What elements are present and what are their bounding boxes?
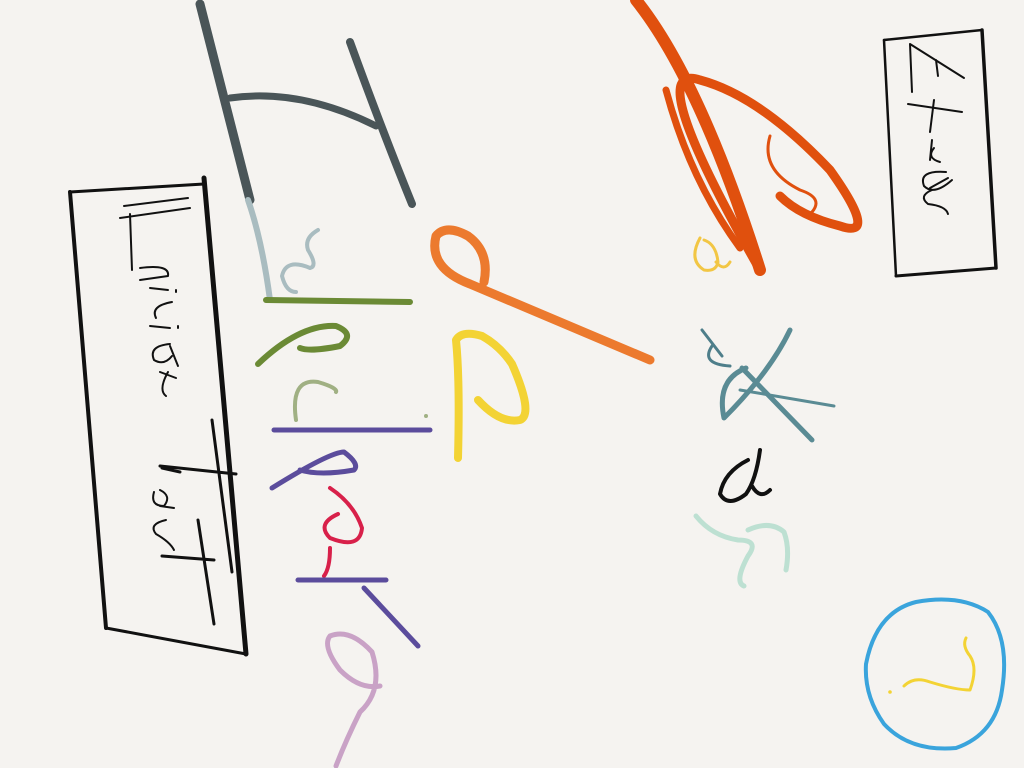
- back-button-label: Atrás: [941, 153, 942, 154]
- back-button[interactable]: Atrás: [882, 28, 1000, 278]
- title-de-drawing: [430, 225, 655, 462]
- start-test-button-label: Iniciar Test: [158, 418, 159, 419]
- ishihara-canvas: Atrás Iniciar Test ? Letras de Ishihara: [0, 0, 1024, 768]
- help-button[interactable]: ?: [862, 594, 1008, 754]
- title-letras-drawing: [630, 0, 863, 589]
- question-circle-icon: ?: [935, 674, 936, 675]
- start-test-button[interactable]: Iniciar Test: [68, 180, 248, 656]
